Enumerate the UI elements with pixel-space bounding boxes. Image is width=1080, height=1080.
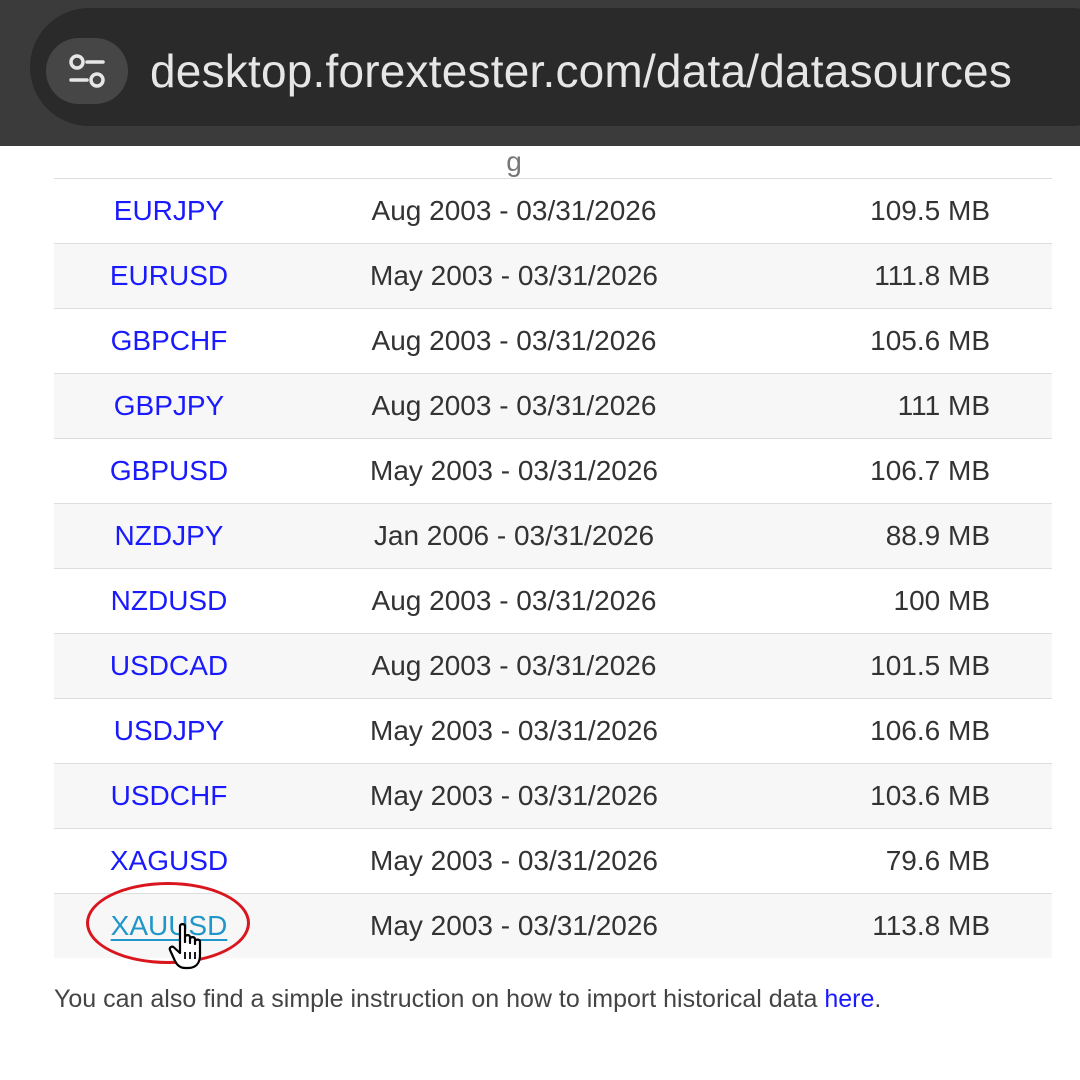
table-row: USDCHF May 2003 - 03/31/2026 103.6 MB [54,763,1052,829]
import-instruction-note: You can also find a simple instruction o… [54,985,881,1014]
symbol-download-link[interactable]: USDCAD [110,650,228,681]
file-size-cell: 88.9 MB [744,503,1052,569]
url-text[interactable]: desktop.forextester.com/data/datasources [150,38,1012,104]
table-row: GBPCHF Aug 2003 - 03/31/2026 105.6 MB [54,308,1052,374]
date-range-cell: Aug 2003 - 03/31/2026 [284,308,744,374]
date-range-cell: Aug 2003 - 03/31/2026 [284,568,744,634]
here-link[interactable]: here [824,985,874,1013]
file-size-cell: 101.5 MB [744,633,1052,699]
file-size-cell: 100 MB [744,568,1052,634]
symbol-download-link[interactable]: GBPCHF [111,325,228,356]
file-size-cell: 103.6 MB [744,763,1052,829]
date-range-cell: May 2003 - 03/31/2026 [284,828,744,894]
partial-table-row: g [54,146,1052,179]
date-range-cell: May 2003 - 03/31/2026 [284,698,744,764]
table-row: NZDJPY Jan 2006 - 03/31/2026 88.9 MB [54,503,1052,569]
note-text: You can also find a simple instruction o… [54,985,825,1013]
symbol-download-link[interactable]: NZDJPY [115,520,224,551]
symbol-download-link[interactable]: NZDUSD [111,585,228,616]
file-size-cell: 106.6 MB [744,698,1052,764]
file-size-cell: 105.6 MB [744,308,1052,374]
site-settings-button[interactable] [46,38,128,104]
datasources-table: g EURJPY Aug 2003 - 03/31/2026 109.5 MB EUR… [54,146,1052,958]
file-size-cell: 111.8 MB [744,243,1052,309]
date-range-cell: May 2003 - 03/31/2026 [284,763,744,829]
partial-row-text: g [506,146,522,177]
file-size-cell: 111 MB [744,373,1052,439]
date-range-cell: May 2003 - 03/31/2026 [284,243,744,309]
date-range-cell: Aug 2003 - 03/31/2026 [284,633,744,699]
table-row: GBPJPY Aug 2003 - 03/31/2026 111 MB [54,373,1052,439]
file-size-cell: 109.5 MB [744,178,1052,244]
tune-icon [69,54,105,88]
symbol-download-link[interactable]: GBPUSD [110,455,228,486]
symbol-download-link[interactable]: USDCHF [111,780,228,811]
symbol-download-link[interactable]: GBPJPY [114,390,224,421]
date-range-cell: Aug 2003 - 03/31/2026 [284,373,744,439]
browser-toolbar: desktop.forextester.com/data/datasources [0,0,1080,146]
symbol-download-link[interactable]: XAGUSD [110,845,228,876]
table-row: NZDUSD Aug 2003 - 03/31/2026 100 MB [54,568,1052,634]
symbol-download-link[interactable]: EURUSD [110,260,228,291]
date-range-cell: Jan 2006 - 03/31/2026 [284,503,744,569]
hand-pointer-icon [168,923,202,970]
table-row: USDJPY May 2003 - 03/31/2026 106.6 MB [54,698,1052,764]
symbol-download-link[interactable]: EURJPY [114,195,224,226]
file-size-cell: 106.7 MB [744,438,1052,504]
table-row: EURUSD May 2003 - 03/31/2026 111.8 MB [54,243,1052,309]
table-row: EURJPY Aug 2003 - 03/31/2026 109.5 MB [54,178,1052,244]
date-range-cell: Aug 2003 - 03/31/2026 [284,178,744,244]
table-row: GBPUSD May 2003 - 03/31/2026 106.7 MB [54,438,1052,504]
table-row: XAGUSD May 2003 - 03/31/2026 79.6 MB [54,828,1052,894]
file-size-cell: 113.8 MB [744,893,1052,958]
date-range-cell: May 2003 - 03/31/2026 [284,438,744,504]
note-end: . [874,985,882,1013]
date-range-cell: May 2003 - 03/31/2026 [284,893,744,958]
symbol-download-link[interactable]: USDJPY [114,715,224,746]
file-size-cell: 79.6 MB [744,828,1052,894]
table-row: USDCAD Aug 2003 - 03/31/2026 101.5 MB [54,633,1052,699]
